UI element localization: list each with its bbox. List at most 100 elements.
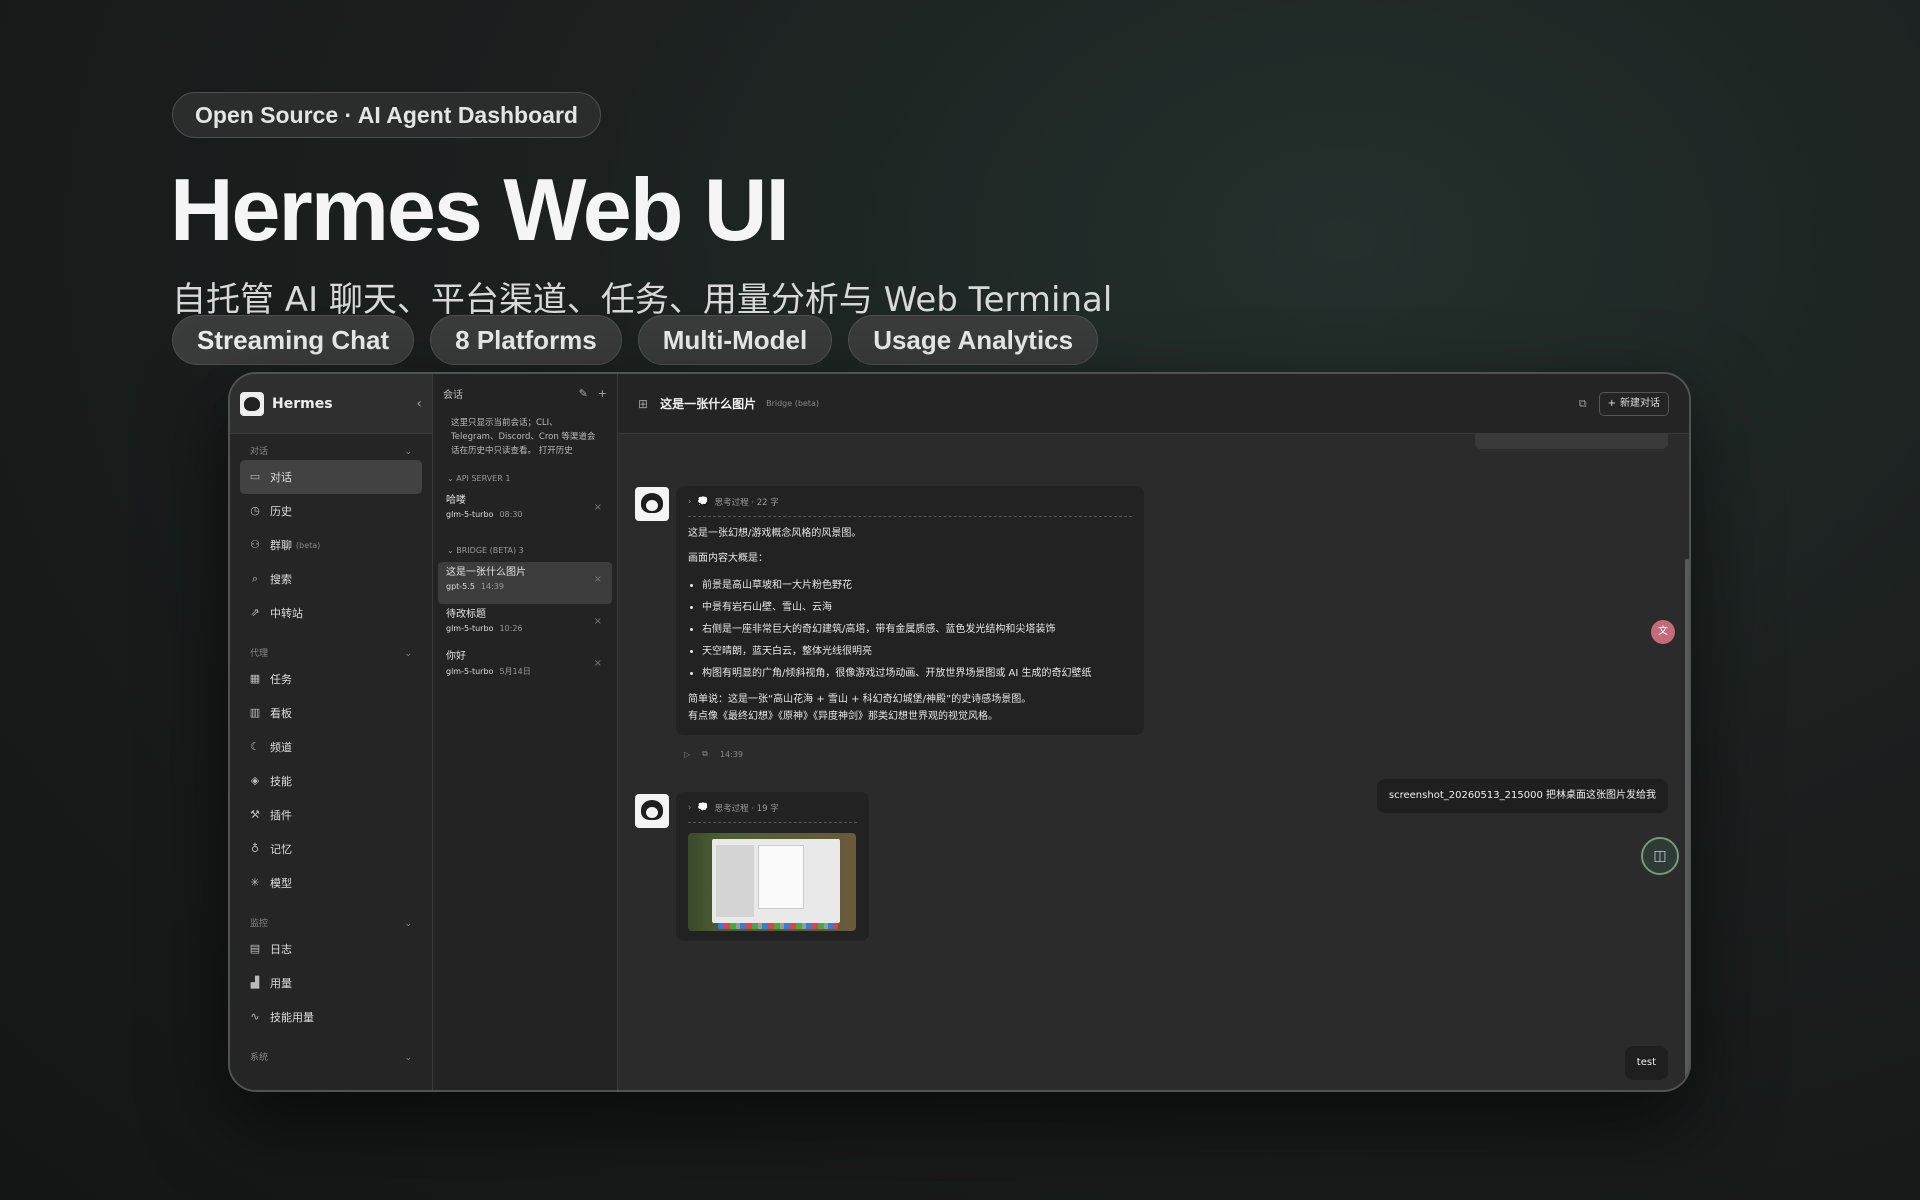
assistant-message: › 💭 思考过程 · 22 字 这是一张幻想/游戏概念风格的风景图。 画面内容大… — [676, 486, 1144, 735]
thinking-toggle[interactable]: › 💭 思考过程 · 19 字 — [688, 802, 857, 823]
sidebar-item-group-chat[interactable]: ⚇ 群聊 (beta) — [240, 528, 422, 562]
session-group-title[interactable]: ⌄ BRIDGE (BETA) 3 — [433, 540, 617, 562]
nav-section-monitor[interactable]: 监控 ⌄ — [230, 916, 432, 932]
message-body: 这是一张幻想/游戏概念风格的风景图。 画面内容大概是： 前景是高山草坡和一大片粉… — [688, 525, 1132, 725]
chevron-right-icon: › — [688, 497, 692, 507]
nav-section-system[interactable]: 系统 ⌄ — [230, 1050, 432, 1066]
sidebar-item-label: 频道 — [270, 741, 292, 754]
thinking-toggle[interactable]: › 💭 思考过程 · 22 字 — [688, 496, 1132, 517]
panel-toggle-icon[interactable]: ◫ — [1641, 837, 1679, 875]
sidebar-item-chat[interactable]: ▭ 对话 — [240, 460, 422, 494]
sidebar-item-channels[interactable]: ☾ 频道 — [240, 730, 422, 764]
bridge-tag: Bridge (beta) — [766, 399, 819, 408]
session-title: 你好 — [446, 651, 466, 662]
close-icon[interactable]: × — [594, 574, 602, 585]
sidebar-item-board[interactable]: ▥ 看板 — [240, 696, 422, 730]
close-icon[interactable]: × — [594, 502, 602, 513]
sidebar-item-skills[interactable]: ◈ 技能 — [240, 764, 422, 798]
session-title: 这是一张什么图片 — [446, 567, 526, 578]
sidebar-item-label: 对话 — [270, 471, 292, 484]
sidebar-item-label: 用量 — [270, 977, 292, 990]
sidebar-item-relay[interactable]: ⇗ 中转站 — [240, 596, 422, 630]
chat-icon: ▭ — [249, 470, 261, 483]
sidebar-item-search[interactable]: ⌕ 搜索 — [240, 562, 422, 596]
thought-bubble-icon: 💭 — [697, 497, 709, 507]
sidebar-item-memory[interactable]: ♁ 记忆 — [240, 832, 422, 866]
sidebar-item-history[interactable]: ◷ 历史 — [240, 494, 422, 528]
session-title: 待改标题 — [446, 609, 486, 620]
sidebar-item-label: 中转站 — [270, 607, 303, 620]
sidebar: Hermes ‹ 对话 ⌄ ▭ 对话 ◷ 历史 ⚇ 群聊 (beta) ⌕ 搜索 ⇗ 中转站 … — [230, 374, 433, 1090]
session-model: glm-5-turbo — [446, 510, 494, 519]
session-group-title[interactable]: ⌄ API SERVER 1 — [433, 468, 617, 490]
thumb-window — [758, 845, 804, 909]
app-window: Hermes ‹ 对话 ⌄ ▭ 对话 ◷ 历史 ⚇ 群聊 (beta) ⌕ 搜索 ⇗ 中转站 … — [228, 372, 1691, 1092]
chevron-down-icon: ⌄ — [404, 1053, 412, 1063]
new-chat-button[interactable]: + 新建对话 — [1598, 391, 1669, 416]
message-paragraph: 这是一张幻想/游戏概念风格的风景图。 — [688, 528, 862, 539]
hero-badge: Open Source · AI Agent Dashboard — [172, 92, 601, 138]
session-item[interactable]: 你好 glm-5-turbo 5月14日 × — [438, 646, 612, 688]
chevron-down-icon: ⌄ — [447, 474, 457, 483]
close-icon[interactable]: × — [594, 616, 602, 627]
section-title: 监控 — [250, 919, 269, 929]
message-paragraph: 简单说：这是一张“高山花海 + 雪山 + 科幻奇幻城堡/神殿”的史诗感场景图。 — [688, 694, 1032, 705]
nav-section-agent[interactable]: 代理 ⌄ — [230, 646, 432, 662]
session-header-title: 会话 — [443, 389, 463, 401]
copy-icon[interactable]: ⧉ — [1579, 397, 1587, 411]
translate-icon[interactable]: 文 — [1651, 620, 1675, 644]
edit-icon[interactable]: ✎ — [579, 387, 588, 400]
sparkle-icon: ✳ — [250, 876, 260, 889]
sidebar-item-label: 记忆 — [270, 843, 292, 856]
chevron-left-icon[interactable]: ‹ — [416, 396, 422, 412]
chat-main: ⊞ 这是一张什么图片 Bridge (beta) ⧉ + 新建对话 › 💭 思考过… — [618, 374, 1689, 1090]
board-icon: ▥ — [249, 706, 261, 719]
sidebar-item-label: 日志 — [270, 943, 292, 956]
users-icon: ⚇ — [250, 538, 260, 551]
chevron-down-icon: ⌄ — [404, 919, 412, 929]
sidebar-item-label: 任务 — [270, 673, 292, 686]
scrollbar[interactable] — [1685, 559, 1689, 1079]
sidebar-item-usage[interactable]: ▟ 用量 — [240, 966, 422, 1000]
previous-message-bubble — [1475, 434, 1668, 449]
sidebar-item-logs[interactable]: ▤ 日志 — [240, 932, 422, 966]
session-item[interactable]: 待改标题 glm-5-turbo 10:26 × — [438, 604, 612, 646]
session-item[interactable]: 这是一张什么图片 gpt-5.5 14:39 × — [438, 562, 612, 604]
session-time: 10:26 — [499, 624, 523, 633]
chevron-down-icon: ⌄ — [447, 546, 457, 555]
sidebar-item-label: 技能 — [270, 775, 292, 788]
wrench-icon: ⚒ — [250, 808, 260, 821]
bar-chart-icon: ▟ — [250, 976, 260, 989]
play-icon[interactable]: ▷ — [684, 750, 690, 759]
message-list: 前景是高山草坡和一大片粉色野花 中景有岩石山壁、雪山、云海 右侧是一座非常巨大的… — [688, 575, 1132, 685]
assistant-message: › 💭 思考过程 · 19 字 — [676, 792, 869, 941]
sidebar-item-plugins[interactable]: ⚒ 插件 — [240, 798, 422, 832]
plus-icon[interactable]: + — [598, 387, 607, 400]
sidebar-item-skill-usage[interactable]: ∿ 技能用量 — [240, 1000, 422, 1034]
close-icon[interactable]: × — [594, 658, 602, 669]
screenshot-image[interactable] — [688, 833, 856, 931]
sidebar-item-models[interactable]: ✳ 模型 — [240, 866, 422, 900]
user-message: screenshot_20260513_215000 把林桌面这张图片发给我 — [1376, 779, 1668, 813]
activity-icon: ∿ — [250, 1010, 260, 1023]
sidebar-item-tasks[interactable]: ▦ 任务 — [240, 662, 422, 696]
copy-icon[interactable]: ⧉ — [702, 749, 708, 759]
chevron-down-icon: ⌄ — [404, 447, 412, 457]
group-label: BRIDGE (BETA) 3 — [456, 546, 524, 555]
grid-icon[interactable]: ⊞ — [638, 397, 648, 411]
section-title: 系统 — [250, 1053, 269, 1063]
message-actions: ▷ ⧉ 14:39 — [684, 749, 743, 759]
session-item[interactable]: 哈喽 glm-5-turbo 08:30 × — [438, 490, 612, 532]
nav-section-chat[interactable]: 对话 ⌄ — [230, 444, 432, 460]
feature-pill: Multi-Model — [637, 315, 833, 365]
sidebar-item-label: 插件 — [270, 809, 292, 822]
message-paragraph: 有点像《最终幻想》《原神》《异度神剑》那类幻想世界观的视觉风格。 — [688, 711, 998, 722]
session-list: 会话 ✎ + 这里只显示当前会话；CLI、Telegram、Discord、Cr… — [433, 374, 618, 1090]
feature-pill: Streaming Chat — [172, 315, 415, 365]
list-item: 构图有明显的广角/倾斜视角，很像游戏过场动画、开放世界场景图或 AI 生成的奇幻… — [702, 663, 1132, 685]
file-icon: ▤ — [249, 942, 261, 955]
layers-icon: ◈ — [250, 774, 260, 787]
thumb-dock — [718, 923, 838, 929]
thumb-sidebar — [716, 845, 754, 917]
search-icon: ⌕ — [251, 572, 259, 585]
